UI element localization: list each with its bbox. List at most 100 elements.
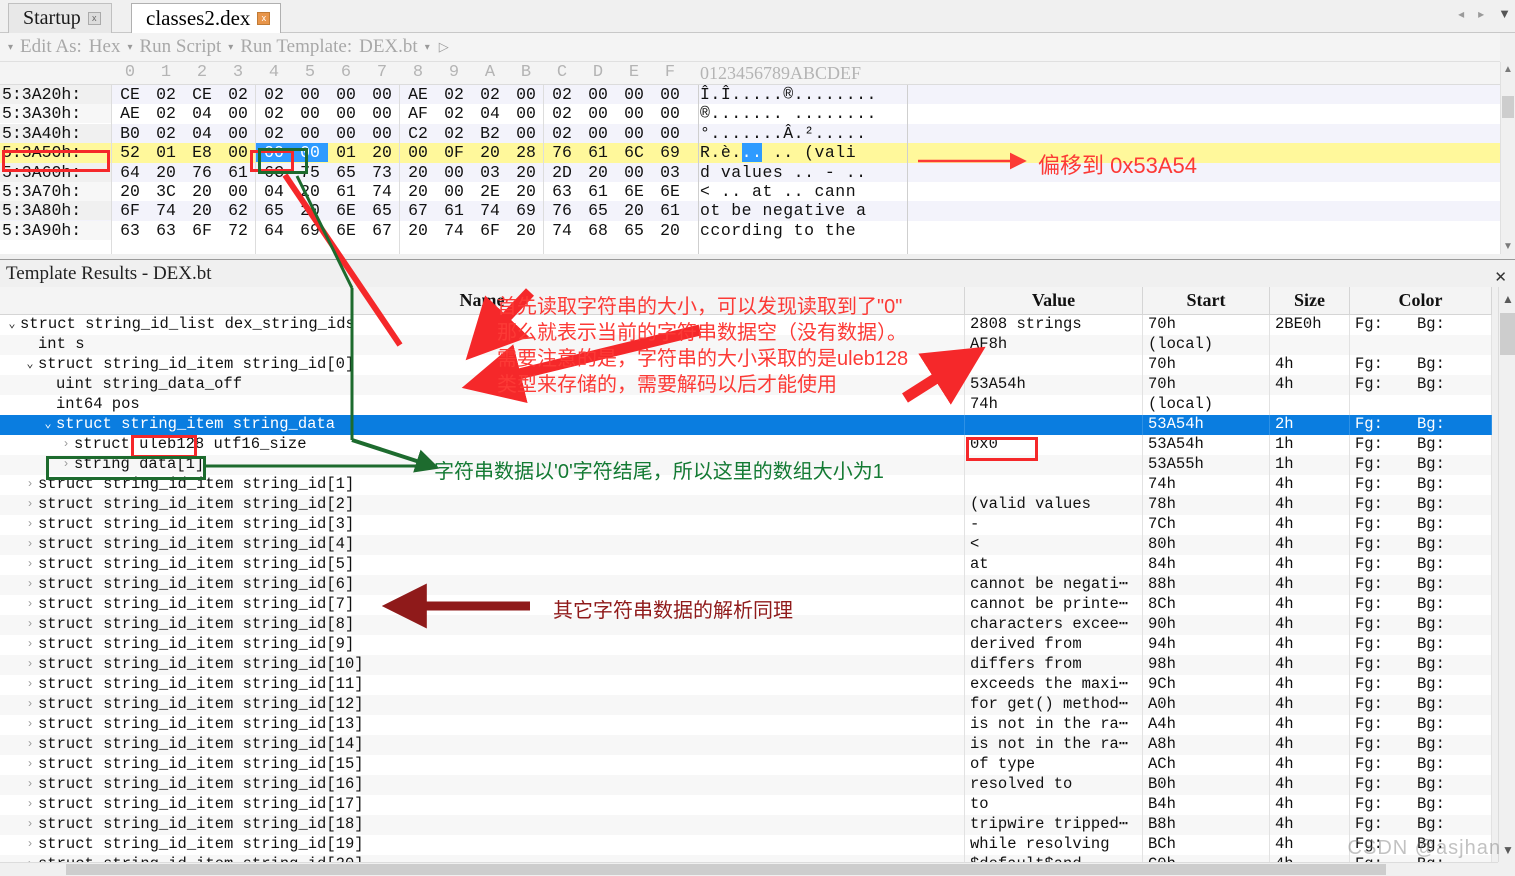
hex-byte[interactable]: 61 [436,201,472,220]
hex-byte[interactable]: 00 [580,85,616,104]
hex-byte[interactable]: 00 [292,124,328,143]
chevron-right-icon[interactable]: › [22,715,38,734]
color-bg-label[interactable]: Bg: [1417,315,1445,333]
hex-byte[interactable]: 69 [652,143,688,162]
hex-byte[interactable]: C2 [400,124,436,143]
cell-color[interactable]: Fg:Bg: [1350,815,1492,835]
column-header-color[interactable]: Color [1350,287,1492,314]
table-row[interactable]: ⌄ struct string_id_list dex_string_ids 280… [0,315,1492,335]
hex-byte[interactable]: 20 [616,201,652,220]
table-row[interactable]: int64 pos 74h (local) [0,395,1492,415]
table-row[interactable]: int s AF8h (local) [0,335,1492,355]
tab-next-icon[interactable]: ▸ [1478,7,1484,21]
hex-byte[interactable]: 74 [544,221,580,240]
color-fg-label[interactable]: Fg: [1355,455,1417,474]
color-fg-label[interactable]: Fg: [1355,795,1417,814]
color-fg-label[interactable]: Fg: [1355,315,1417,334]
hex-byte[interactable]: 02 [436,104,472,123]
tab-classes2-dex[interactable]: classes2.dex x [131,3,282,33]
cell-color[interactable]: Fg:Bg: [1350,715,1492,735]
color-bg-label[interactable]: Bg: [1417,535,1445,553]
hex-byte[interactable]: 2E [472,182,508,201]
hex-byte[interactable]: 63 [544,182,580,201]
cell-name[interactable]: › struct string_id_item string_id[10] [0,655,965,675]
color-fg-label[interactable]: Fg: [1355,375,1417,394]
color-fg-label[interactable]: Fg: [1355,575,1417,594]
color-fg-label[interactable]: Fg: [1355,555,1417,574]
hex-byte[interactable]: 00 [580,124,616,143]
table-row[interactable]: ⌄ struct string_id_item string_id[0] 70h 4h… [0,355,1492,375]
color-bg-label[interactable]: Bg: [1417,575,1445,593]
table-row[interactable]: › struct string_id_item string_id[11] exce… [0,675,1492,695]
hex-byte[interactable]: 00 [652,85,688,104]
hex-row[interactable]: 5:3A50h: 52 01 E8 00 00 00 01 20 00 0F 20 28 76 61 6C 69… [0,143,1500,163]
hex-byte[interactable]: 02 [472,85,508,104]
hex-byte[interactable]: 69 [508,201,544,220]
results-horizontal-scrollbar[interactable] [0,862,1498,876]
chevron-right-icon[interactable]: › [22,855,38,862]
cell-name[interactable]: uint string_data_off [0,375,965,395]
run-play-icon[interactable]: ▷ [435,39,449,55]
table-row[interactable]: › struct string_id_item string_id[19] whil… [0,835,1492,855]
tab-startup[interactable]: Startup x [8,3,112,33]
tab-startup-close-icon[interactable]: x [87,12,101,25]
hex-row-bytes[interactable]: AE 02 04 00 02 00 00 00 AF 02 04 00 02 00 00 00 [112,104,688,123]
hex-byte[interactable]: 00 [364,104,400,123]
hex-byte[interactable]: 65 [364,201,400,220]
hex-row-bytes[interactable]: 52 01 E8 00 00 00 01 20 00 0F 20 28 76 61 6C 69 [112,143,688,163]
results-hscroll-thumb[interactable] [66,864,1386,875]
hex-row-ascii[interactable]: ot be negative a [700,201,867,220]
color-fg-label[interactable]: Fg: [1355,515,1417,534]
hex-byte[interactable]: 6E [328,201,364,220]
hex-byte[interactable]: 72 [220,221,256,240]
edit-as-chevron-down-icon[interactable]: ▾ [125,42,134,53]
chevron-right-icon[interactable]: › [22,795,38,814]
hex-byte[interactable]: 00 [508,85,544,104]
hex-row[interactable]: 5:3A30h: AE 02 04 00 02 00 00 00 AF 02 04 00 02 00 00 00… [0,104,1500,124]
color-fg-label[interactable]: Fg: [1355,535,1417,554]
color-fg-label[interactable]: Fg: [1355,635,1417,654]
cell-color[interactable]: Fg:Bg: [1350,475,1492,495]
hex-byte[interactable]: 20 [508,182,544,201]
hex-row[interactable]: 5:3A40h: B0 02 04 00 02 00 00 00 C2 02 B2 00 02 00 00 00… [0,123,1500,144]
table-row[interactable]: › struct string_id_item string_id[12] for … [0,695,1492,715]
chevron-right-icon[interactable]: › [22,595,38,614]
hex-byte[interactable]: 6C [616,143,652,162]
hex-byte[interactable]: 20 [148,163,184,182]
cell-color[interactable]: Fg:Bg: [1350,615,1492,635]
hex-byte[interactable]: 65 [616,221,652,240]
hex-byte[interactable]: 00 [436,182,472,201]
hex-byte[interactable]: 73 [364,163,400,182]
hex-byte[interactable]: 00 [436,163,472,182]
cell-color[interactable]: Fg:Bg: [1350,695,1492,715]
chevron-right-icon[interactable]: › [22,515,38,534]
hex-byte[interactable]: 20 [292,201,328,220]
hex-byte[interactable]: 65 [256,201,292,220]
hex-row-bytes[interactable]: 64 20 76 61 6C 75 65 73 20 00 03 20 2D 20 00 03 [112,163,688,182]
color-bg-label[interactable]: Bg: [1417,435,1445,453]
hex-byte[interactable]: 61 [580,182,616,201]
hex-row-ascii[interactable]: d values .. - .. [700,163,867,182]
chevron-right-icon[interactable]: › [22,815,38,834]
cell-color[interactable]: Fg:Bg: [1350,515,1492,535]
hex-byte[interactable]: AF [400,104,436,123]
hex-byte[interactable]: 63 [148,221,184,240]
hex-row-bytes[interactable]: 6F 74 20 62 65 20 6E 65 67 61 74 69 76 65 20 61 [112,201,688,220]
table-row[interactable]: › struct string_id_item string_id[15] of t… [0,755,1492,775]
color-bg-label[interactable]: Bg: [1417,595,1445,613]
hex-byte[interactable]: 76 [544,143,580,162]
cell-name[interactable]: › struct string_id_item string_id[19] [0,835,965,855]
column-header-value[interactable]: Value [965,287,1143,314]
color-bg-label[interactable]: Bg: [1417,715,1445,733]
hex-row[interactable]: 5:3A60h: 64 20 76 61 6C 75 65 73 20 00 03 20 2D 20 00 03… [0,162,1500,182]
hex-row[interactable]: 5:3A20h: CE 02 CE 02 02 00 00 00 AE 02 02 00 02 00 00 00… [0,85,1500,105]
hex-byte[interactable]: 62 [220,201,256,220]
cell-color[interactable]: Fg:Bg: [1350,735,1492,755]
hex-byte[interactable]: 02 [148,85,184,104]
column-header-start[interactable]: Start [1143,287,1270,314]
hex-byte[interactable]: 6F [472,221,508,240]
color-fg-label[interactable]: Fg: [1355,495,1417,514]
color-bg-label[interactable]: Bg: [1417,615,1445,633]
hex-byte[interactable]: 20 [400,221,436,240]
table-row[interactable]: uint string_data_off 53A54h 70h 4h Fg: Bg: [0,375,1492,395]
